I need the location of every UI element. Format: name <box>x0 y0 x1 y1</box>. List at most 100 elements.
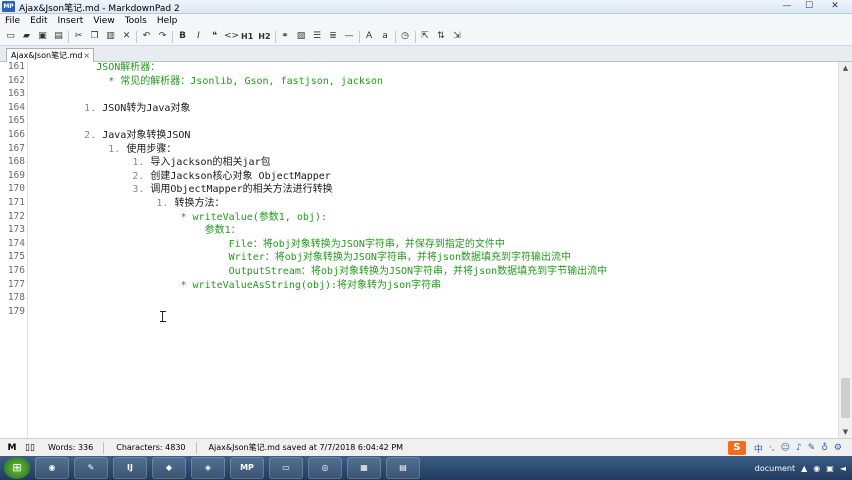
save-status: Ajax&Json笔记.md saved at 7/7/2018 6:04:42… <box>208 443 404 452</box>
toolbar-divider <box>394 30 396 43</box>
sogou-ime-icon[interactable]: S <box>727 441 746 455</box>
tab-close-icon[interactable]: × <box>83 49 90 62</box>
h1-button[interactable]: H1 <box>240 30 254 43</box>
ordered-list-icon[interactable]: ≣ <box>327 30 340 43</box>
toolbar-divider <box>358 30 360 43</box>
skin-icon[interactable]: ♁ <box>821 443 828 453</box>
preview-browser-icon[interactable]: ⇲ <box>451 30 464 43</box>
quote-icon[interactable]: ❝ <box>208 30 221 43</box>
uppercase-icon[interactable]: A <box>363 30 376 43</box>
line-text: 使用步骤： <box>120 143 177 155</box>
status-divider <box>195 441 197 454</box>
line-text: 参数1： <box>204 225 241 237</box>
line-text: JSON转为Java对象 <box>96 102 191 114</box>
image-icon[interactable]: ▧ <box>295 30 308 43</box>
tray-icon[interactable]: ◉ <box>813 464 820 473</box>
taskbar-app-icon[interactable]: ◉ <box>35 457 69 479</box>
menu-tools[interactable]: Tools <box>120 14 152 28</box>
tray-icon[interactable]: ▣ <box>826 464 834 473</box>
paste-icon[interactable]: ▥ <box>104 30 117 43</box>
editor-line: 3. 调用ObjectMapper的相关方法进行转换 <box>36 183 333 196</box>
list-number: 1. <box>156 198 169 209</box>
file-explorer-icon[interactable]: ▭ <box>269 457 303 479</box>
list-number: 2. <box>84 130 97 141</box>
minimize-button[interactable]: — <box>776 0 798 13</box>
editor-line: * writeValue(参数1, obj): <box>36 211 327 224</box>
scrollbar-thumb[interactable] <box>841 378 850 418</box>
lowercase-icon[interactable]: a <box>379 30 392 43</box>
menu-view[interactable]: View <box>88 14 119 28</box>
editor-line: * writeValueAsString(obj):将对象转为json字符串 <box>36 279 442 292</box>
timestamp-icon[interactable]: ◷ <box>399 30 412 43</box>
word-count: Words: 336 <box>48 443 94 452</box>
delete-icon[interactable]: ✕ <box>120 30 133 43</box>
editor-line: OutputStream：将obj对象转换为JSON字符串，并将json数据填充… <box>36 265 607 278</box>
pen-icon[interactable]: ✎ <box>808 443 816 453</box>
scroll-up-icon[interactable]: ▲ <box>839 62 852 74</box>
maximize-button[interactable]: ☐ <box>798 0 820 13</box>
bold-icon[interactable]: B <box>176 30 189 43</box>
intellij-icon[interactable]: IJ <box>113 457 147 479</box>
vertical-scrollbar[interactable]: ▲ ▼ <box>838 62 852 438</box>
sync-scroll-icon[interactable]: ⇅ <box>435 30 448 43</box>
markdown-mode-icon[interactable]: M <box>6 443 18 453</box>
voice-icon[interactable]: ♪ <box>796 443 802 453</box>
close-button[interactable]: ✕ <box>820 0 850 13</box>
window-title: Ajax&Json笔记.md - MarkdownPad 2 <box>19 4 180 14</box>
link-icon[interactable]: ⚭ <box>279 30 292 43</box>
tab-label: Ajax&Json笔记.md <box>11 51 83 60</box>
emoji-icon[interactable]: ☺ <box>781 443 790 453</box>
chrome-icon[interactable]: ◎ <box>308 457 342 479</box>
book-icon[interactable]: ▯▯ <box>24 443 36 453</box>
toolbar: ▭ ▰ ▣ ▤ ✂ ❐ ▥ ✕ ↶ ↷ B I ❝ <> H1 H2 ⚭ ▧ ☰… <box>0 28 852 46</box>
preview-toggle-icon[interactable]: ⇱ <box>419 30 432 43</box>
cut-icon[interactable]: ✂ <box>72 30 85 43</box>
menu-help[interactable]: Help <box>152 14 183 28</box>
list-number: 3. <box>132 184 145 196</box>
open-folder-icon[interactable]: ▰ <box>20 30 33 43</box>
taskbar-app-icon[interactable]: ◈ <box>191 457 225 479</box>
editor-line: File：将obj对象转换为JSON字符串，并保存到指定的文件中 <box>36 238 505 251</box>
taskbar-app-icon[interactable]: ◆ <box>152 457 186 479</box>
new-file-icon[interactable]: ▭ <box>4 30 17 43</box>
taskbar-app-icon[interactable]: ▤ <box>386 457 420 479</box>
tab-document[interactable]: Ajax&Json笔记.md × <box>6 48 94 62</box>
taskbar-app-icon[interactable]: ▦ <box>347 457 381 479</box>
system-tray: document ▲ ◉ ▣ ◄ <box>749 456 846 480</box>
scroll-down-icon[interactable]: ▼ <box>839 426 852 438</box>
tray-icon[interactable]: ▲ <box>801 464 807 473</box>
taskbar-app-icon[interactable]: ✎ <box>74 457 108 479</box>
editor-line: 1. 使用步骤： <box>36 143 176 156</box>
markdownpad-icon[interactable]: MP <box>230 457 264 479</box>
line-text: * writeValue(参数1, obj): <box>180 211 327 223</box>
volume-icon[interactable]: ◄ <box>840 464 846 473</box>
editor-line: 2. 创建Jackson核心对象 ObjectMapper <box>36 170 331 183</box>
line-text: 调用ObjectMapper的相关方法进行转换 <box>144 184 333 196</box>
italic-icon[interactable]: I <box>192 30 205 43</box>
undo-icon[interactable]: ↶ <box>140 30 153 43</box>
redo-icon[interactable]: ↷ <box>156 30 169 43</box>
markdown-editor[interactable]: 161 162 163 164 165 166 167 168 169 170 171 172 173 1… <box>0 61 852 438</box>
menu-edit[interactable]: Edit <box>25 14 52 28</box>
h2-button[interactable]: H2 <box>257 30 271 43</box>
save-icon[interactable]: ▣ <box>36 30 49 43</box>
horizontal-rule-icon[interactable]: — <box>343 30 356 43</box>
code-icon[interactable]: <> <box>224 30 239 43</box>
status-divider <box>103 441 105 454</box>
menu-insert[interactable]: Insert <box>53 14 89 28</box>
editor-text-area[interactable]: JSON解析器： * 常见的解析器：Jsonlib, Gson, fastjso… <box>0 62 838 438</box>
menu-file[interactable]: File <box>0 14 25 28</box>
line-text: 导入jackson的相关jar包 <box>144 157 271 169</box>
punctuation-icon[interactable]: ·, <box>769 443 775 453</box>
line-text: * writeValueAsString(obj):将对象转为json字符串 <box>180 279 442 291</box>
start-button-icon[interactable]: ⊞ <box>4 457 30 479</box>
tools-icon[interactable]: ⚙ <box>834 443 842 453</box>
tab-bar: Ajax&Json笔记.md × <box>0 46 852 62</box>
list-number: 1. <box>108 143 121 155</box>
line-text: 创建Jackson核心对象 ObjectMapper <box>144 170 331 182</box>
save-all-icon[interactable]: ▤ <box>52 30 65 43</box>
ime-language-toggle[interactable]: 中 <box>754 442 763 455</box>
unordered-list-icon[interactable]: ☰ <box>311 30 324 43</box>
copy-icon[interactable]: ❐ <box>88 30 101 43</box>
status-bar: M ▯▯ Words: 336 Characters: 4830 Ajax&Js… <box>0 438 852 456</box>
